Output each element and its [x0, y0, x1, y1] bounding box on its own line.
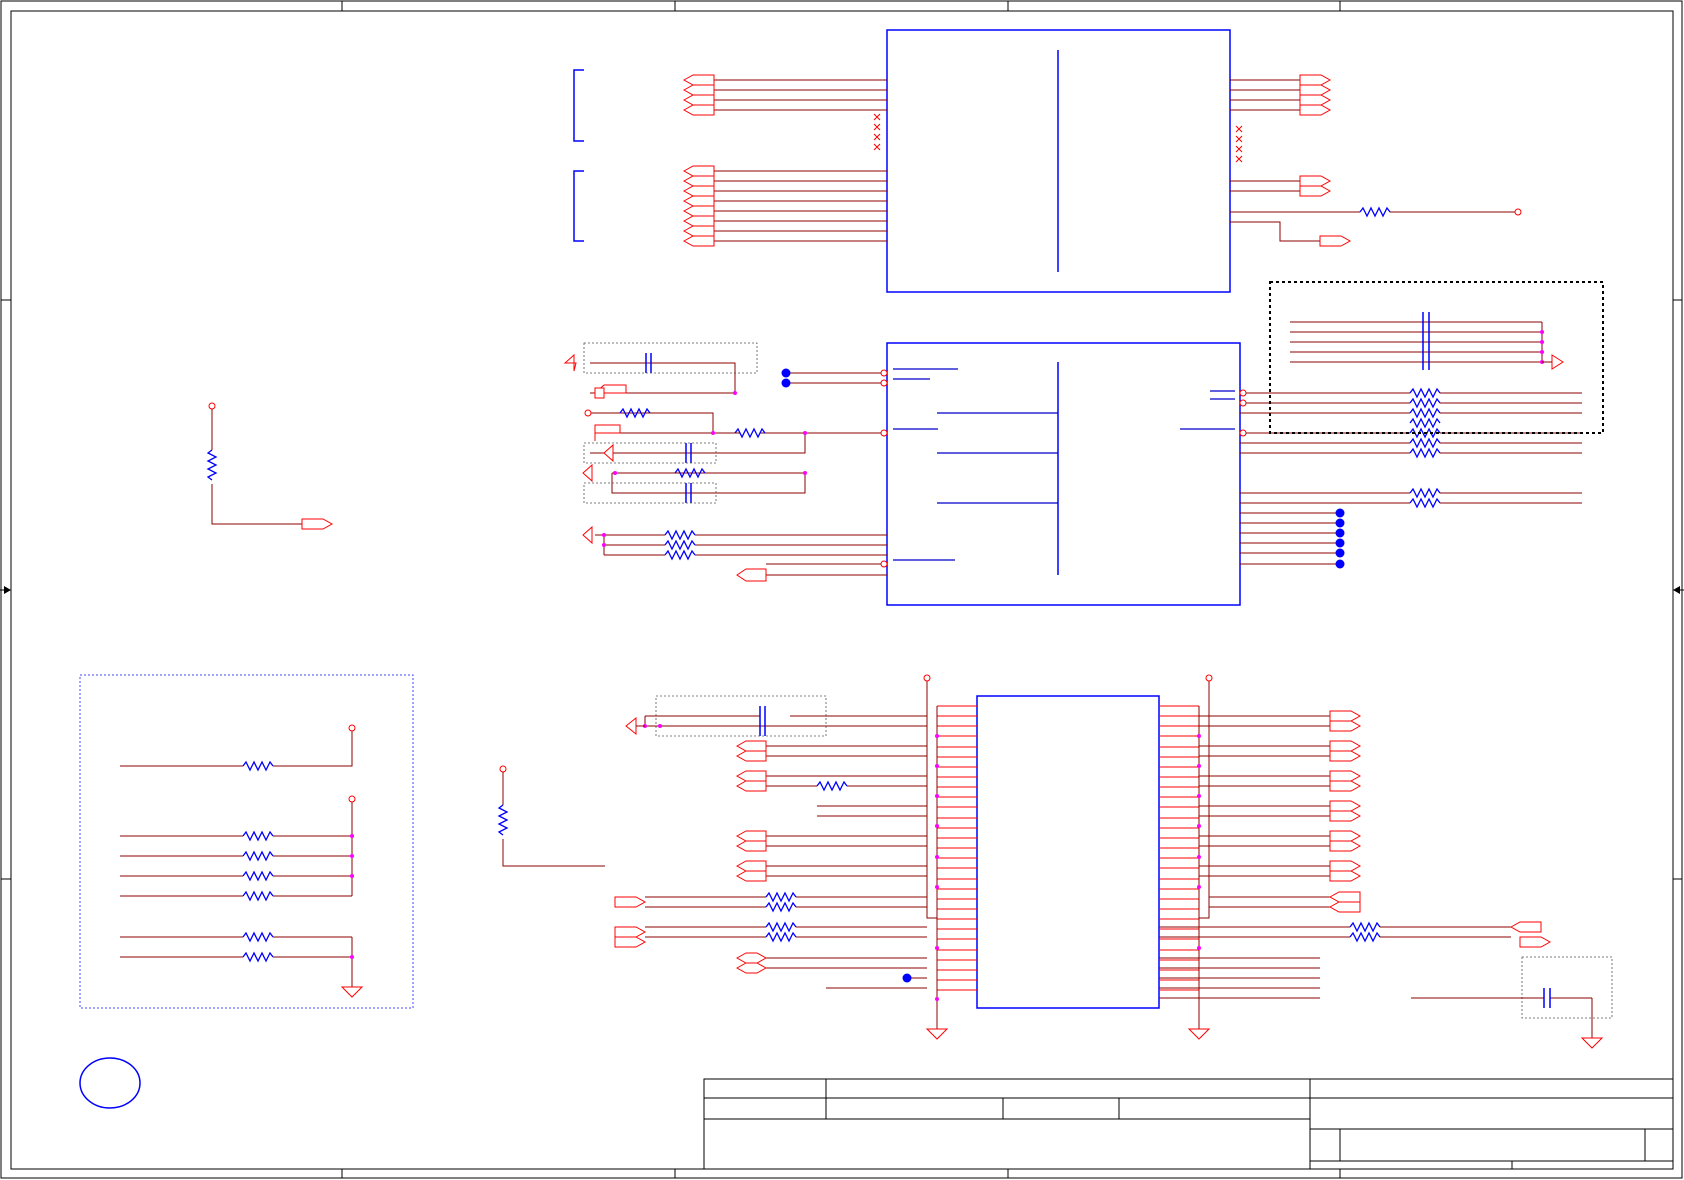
net-port: [1319, 235, 1352, 247]
net-port: [682, 74, 715, 86]
bulk-capacitor: [1411, 956, 1613, 1049]
u2-left-dots: [781, 368, 791, 388]
net-port: [682, 84, 715, 96]
schematic-sheet: [0, 0, 1684, 1179]
net-port: [1299, 175, 1332, 187]
u1-right-ports: [1299, 74, 1352, 247]
resistor-r-u1: [1359, 206, 1391, 218]
net-port: [1299, 185, 1332, 197]
net-port: [682, 94, 715, 106]
bus-brackets: [573, 69, 584, 242]
net-port: [682, 104, 715, 116]
net-port: [1299, 104, 1332, 116]
pullup-resistor-middle: [497, 765, 605, 867]
net-port: [682, 235, 715, 247]
ic-u2[interactable]: [886, 342, 1241, 606]
net-port: [682, 195, 715, 207]
net-port: [1299, 74, 1332, 86]
u3-power-symbols: [923, 674, 1213, 1040]
strap-group-box: [79, 674, 414, 1009]
net-port: [682, 205, 715, 217]
net-port: [1299, 94, 1332, 106]
net-port: [682, 225, 715, 237]
u3-left-wires: [644, 715, 927, 989]
u1-left-wires: [714, 79, 887, 242]
u2-left-junctions: [602, 391, 807, 547]
u2-left-caps: [645, 353, 692, 503]
u3-power-rails: [926, 681, 1210, 1029]
ic-u3[interactable]: [976, 695, 1160, 1009]
ic-u1[interactable]: [886, 29, 1231, 293]
u2-left-groups: [583, 342, 758, 504]
u3-right-ports: [1328, 710, 1552, 948]
u3-right-components: [1349, 921, 1381, 943]
u1-left-ports: [682, 74, 715, 247]
test-point: [1514, 208, 1522, 216]
u2-right-wires: [1240, 392, 1582, 565]
u2-left-ports: [563, 353, 767, 582]
net-port: [682, 215, 715, 227]
frame-center-arrows: [0, 586, 1684, 594]
u2-left-resistors: [619, 407, 766, 561]
net-port: [682, 165, 715, 177]
pullup-resistor-left: [206, 402, 334, 530]
net-port: [682, 175, 715, 187]
decoupling-caps: [1290, 312, 1564, 370]
u2-pin-bubbles: [880, 369, 1247, 568]
net-port: [1299, 84, 1332, 96]
title-block: [703, 1078, 1674, 1170]
u2-left-wires: [590, 362, 887, 576]
drawing-frame: [0, 0, 1683, 1179]
u2-right-resistors: [1409, 387, 1441, 509]
logo-ellipse: [79, 1057, 141, 1109]
u2-right-dots: [1335, 508, 1345, 569]
u3-left-ports: [614, 716, 768, 974]
u3-left-components: [643, 695, 912, 983]
u1-right-wires: [1230, 79, 1515, 242]
net-port: [682, 185, 715, 197]
strap-resistors: [120, 724, 364, 998]
